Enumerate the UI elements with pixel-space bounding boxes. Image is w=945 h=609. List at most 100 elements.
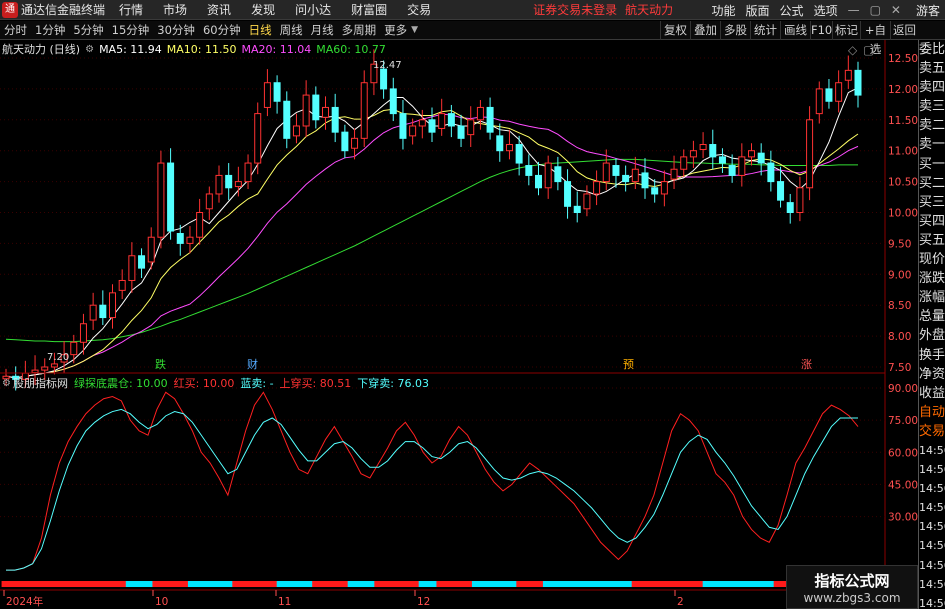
ma20-polyline [5,113,859,379]
marker-forecast[interactable]: 预 [623,358,634,371]
back-button[interactable]: 返回 [890,21,918,40]
signal-bar-segment [516,581,526,587]
adjust-button[interactable]: 复权 [660,21,690,40]
marker-drop[interactable]: 跌 [155,357,166,371]
draw-line-button[interactable]: 画线 [780,21,810,40]
indicator-chart[interactable]: 90.00 75.00 60.00 45.00 30.00 2024年 10 11 12 2 [0,372,918,609]
collapse-icon[interactable]: ▢ [863,43,874,57]
marker-finance[interactable]: 财 [247,357,258,371]
side-panel-item[interactable]: 外盘 [919,326,945,345]
signal-bar-segment [321,581,331,587]
period-1min[interactable]: 1分钟 [31,22,69,38]
menu-market[interactable]: 市场 [163,1,187,18]
side-panel-item[interactable]: 涨幅 [919,288,945,307]
indicator-settings-icon[interactable]: ⚙ [2,378,11,389]
menu-quotes[interactable]: 行情 [119,1,143,18]
period-weekly[interactable]: 周线 [276,22,307,38]
candle-body [428,119,436,133]
side-panel-item[interactable]: 买五 [919,231,945,250]
side-panel-item[interactable]: 委比 [919,40,945,59]
menu-ask[interactable]: 问小达 [295,1,331,18]
signal-bar-segment [525,581,535,587]
side-panel-item[interactable]: 现价 [919,250,945,269]
side-panel-item[interactable]: 涨跌 [919,269,945,288]
add-favorite-button[interactable]: +自选 [860,21,890,56]
period-60min[interactable]: 60分钟 [199,22,245,38]
menu-formula[interactable]: 公式 [780,2,804,19]
more-dropdown-icon[interactable]: ▼ [411,25,418,35]
ma60-label: MA60: 10.77 [316,42,386,56]
period-5min[interactable]: 5分钟 [69,22,107,38]
watermark-url: www.zbgs3.com [803,591,901,605]
multi-stock-button[interactable]: 多股 [720,21,750,40]
signal-bar-segment [445,581,455,587]
overlay-button[interactable]: 叠加 [690,21,720,40]
watermark-title: 指标公式网 [814,572,890,590]
side-panel-item[interactable]: 买四 [919,212,945,231]
side-panel-item[interactable]: 买二 [919,174,945,193]
signal-bar-segment [773,581,784,587]
candlestick-chart[interactable]: 12.50 12.00 11.50 11.00 10.50 10.00 9.50 9.00 8.… [0,40,918,396]
side-panel-item[interactable]: 卖一 [919,135,945,154]
settings-gear-icon[interactable]: ⚙ [85,44,94,55]
side-panel-item[interactable]: 14:56 [919,556,945,575]
side-panel-item[interactable]: 卖四 [919,78,945,97]
minimize-icon[interactable]: — [848,3,860,17]
side-panel-item[interactable]: 换手 [919,346,945,365]
period-monthly[interactable]: 月线 [307,22,338,38]
side-panel-item[interactable]: 14:56 [919,536,945,555]
candle-body [689,150,697,158]
period-intraday[interactable]: 分时 [0,22,31,38]
menu-news[interactable]: 资讯 [207,1,231,18]
price-grid [0,40,886,373]
restore-icon[interactable]: ▢ [870,3,881,17]
signal-bar-segment [338,581,349,587]
side-panel-item[interactable]: 卖五 [919,59,945,78]
side-panel-item[interactable]: 14:56 [919,441,945,460]
side-panel-item[interactable]: 收益 [919,384,945,403]
side-panel-item[interactable]: 14:56 [919,575,945,594]
signal-bar-segment [560,581,571,587]
menu-options[interactable]: 选项 [814,2,838,19]
f10-button[interactable]: F10 [810,21,832,40]
side-panel-item[interactable]: 买三 [919,193,945,212]
menu-discover[interactable]: 发现 [251,1,275,18]
menu-trade[interactable]: 交易 [407,1,431,18]
side-panel-item[interactable]: 14:56 [919,498,945,517]
side-panel-item[interactable]: 净资 [919,365,945,384]
side-panel-item[interactable]: 14:56 [919,460,945,479]
side-panel-item[interactable]: 卖三 [919,97,945,116]
side-panel-item[interactable]: 14:56 [919,594,945,609]
side-panel-item[interactable]: 自动 [919,403,945,422]
side-panel-item[interactable]: 14:56 [919,479,945,498]
menu-function[interactable]: 功能 [712,2,736,19]
candle-body [70,341,78,356]
side-panel-item[interactable]: 总量 [919,307,945,326]
menu-guest[interactable]: 游客 [916,2,940,19]
cross-down-sell-label: 下穿卖: 76.03 [357,377,429,390]
period-30min[interactable]: 30分钟 [153,22,199,38]
candle-body [322,106,329,118]
period-daily[interactable]: 日线 [245,22,276,38]
signal-bar-segment [454,581,464,587]
candle-body [157,162,165,238]
menu-wealth-circle[interactable]: 财富圈 [351,1,387,18]
statistics-button[interactable]: 统计 [750,21,780,40]
side-panel-item[interactable]: 交易 [919,422,945,441]
signal-bar-segment [134,581,145,587]
signal-bar-segment [569,581,579,587]
mark-button[interactable]: 标记 [832,21,860,40]
close-icon[interactable]: ✕ [891,3,901,17]
side-panel-item[interactable]: 卖二 [919,116,945,135]
marker-rise[interactable]: 涨 [801,358,812,371]
login-warning[interactable]: 证券交易未登录 [533,1,617,18]
period-more[interactable]: 更多 [380,22,411,38]
diamond-icon[interactable]: ◇ [848,43,857,57]
side-panel-item[interactable]: 14:56 [919,517,945,536]
period-multi[interactable]: 多周期 [338,22,381,38]
side-panel-item[interactable]: 买一 [919,155,945,174]
period-15min[interactable]: 15分钟 [108,22,154,38]
candle-body [418,119,426,127]
candle-body [825,88,833,102]
menu-layout[interactable]: 版面 [746,2,770,19]
